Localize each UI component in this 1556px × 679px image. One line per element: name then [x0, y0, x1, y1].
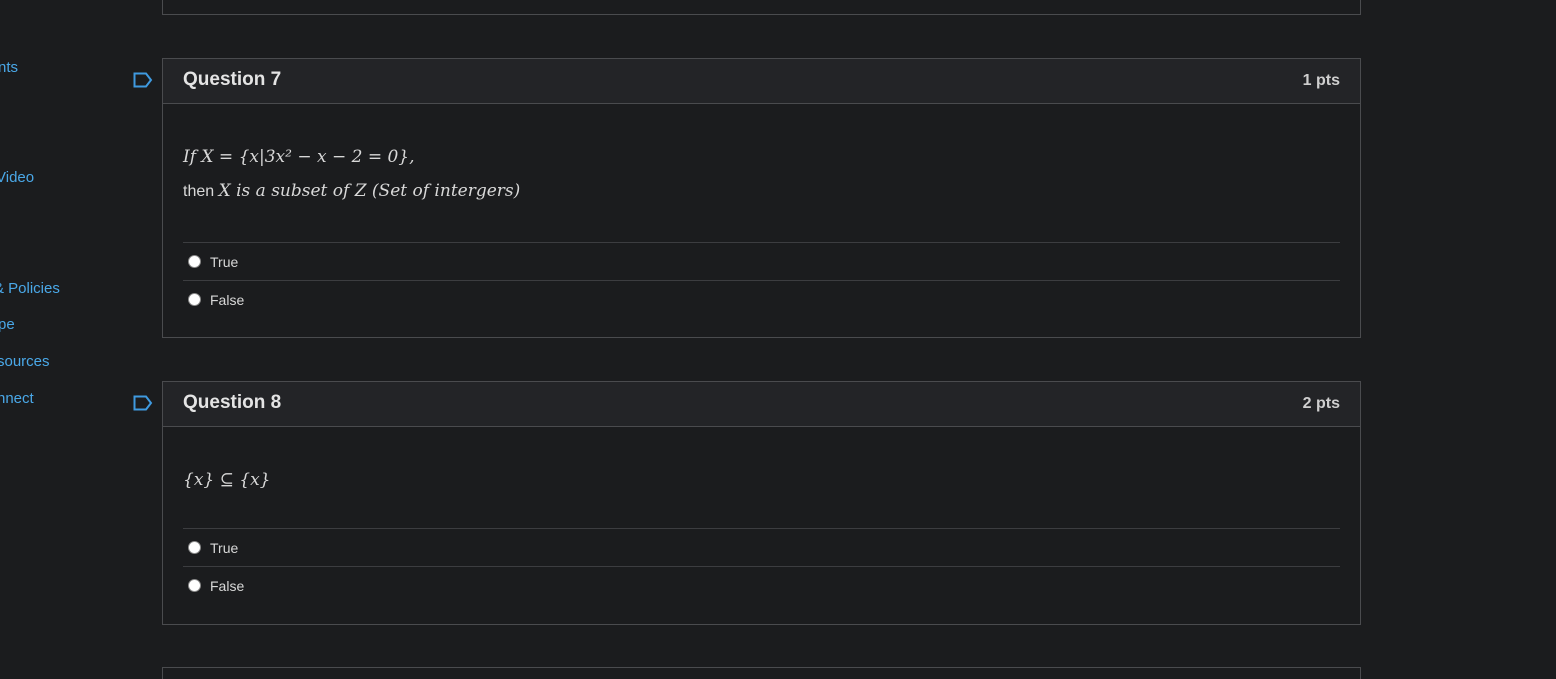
question-title: Question 7	[183, 69, 282, 90]
nav-link-scope[interactable]: pe	[0, 316, 15, 333]
question-text-line-1: {x} ⊆ {x}	[183, 470, 271, 490]
radio-icon[interactable]	[188, 579, 201, 592]
answer-option-false[interactable]: False	[183, 281, 1340, 318]
flag-icon[interactable]	[133, 72, 153, 88]
answer-list: True False	[183, 528, 1340, 604]
question-title: Question 8	[183, 392, 282, 413]
question-text-math: X is a subset of Z (Set of intergers)	[218, 181, 521, 201]
nav-link-video[interactable]: Video	[0, 169, 34, 186]
question-text-line-2: then X is a subset of Z (Set of interger…	[183, 180, 1340, 218]
answer-label: True	[210, 539, 239, 556]
answer-label: False	[210, 291, 245, 308]
quiz-page: nts Video & Policies pe sources nnect Qu…	[0, 0, 1556, 679]
question-text-prefix: then	[183, 183, 215, 200]
question-text-line-1: If X = {x|3x² − x − 2 = 0},	[183, 147, 415, 167]
answer-option-false[interactable]: False	[183, 567, 1340, 604]
answer-label: True	[210, 253, 239, 270]
question-header: Question 7 1 pts	[163, 59, 1360, 104]
radio-icon[interactable]	[188, 541, 201, 554]
answer-label: False	[210, 577, 245, 594]
nav-link-resources[interactable]: sources	[0, 353, 50, 370]
flag-icon[interactable]	[133, 395, 153, 411]
question-header: Question 8 2 pts	[163, 382, 1360, 427]
radio-icon[interactable]	[188, 293, 201, 306]
question-points: 1 pts	[1302, 72, 1340, 89]
question-card-8: Question 8 2 pts {x} ⊆ {x} True False	[162, 381, 1361, 625]
nav-link-connect[interactable]: nnect	[0, 390, 34, 407]
answer-option-true[interactable]: True	[183, 243, 1340, 281]
question-body: {x} ⊆ {x} True False	[163, 427, 1360, 604]
previous-question-card	[162, 0, 1361, 15]
radio-icon[interactable]	[188, 255, 201, 268]
question-body: If X = {x|3x² − x − 2 = 0}, then X is a …	[163, 104, 1360, 318]
answer-list: True False	[183, 242, 1340, 318]
question-card-7: Question 7 1 pts If X = {x|3x² − x − 2 =…	[162, 58, 1361, 338]
next-question-card	[162, 667, 1361, 679]
nav-link-policies[interactable]: & Policies	[0, 280, 60, 297]
answer-option-true[interactable]: True	[183, 529, 1340, 567]
question-points: 2 pts	[1302, 395, 1340, 412]
nav-link-assignments[interactable]: nts	[0, 59, 18, 76]
